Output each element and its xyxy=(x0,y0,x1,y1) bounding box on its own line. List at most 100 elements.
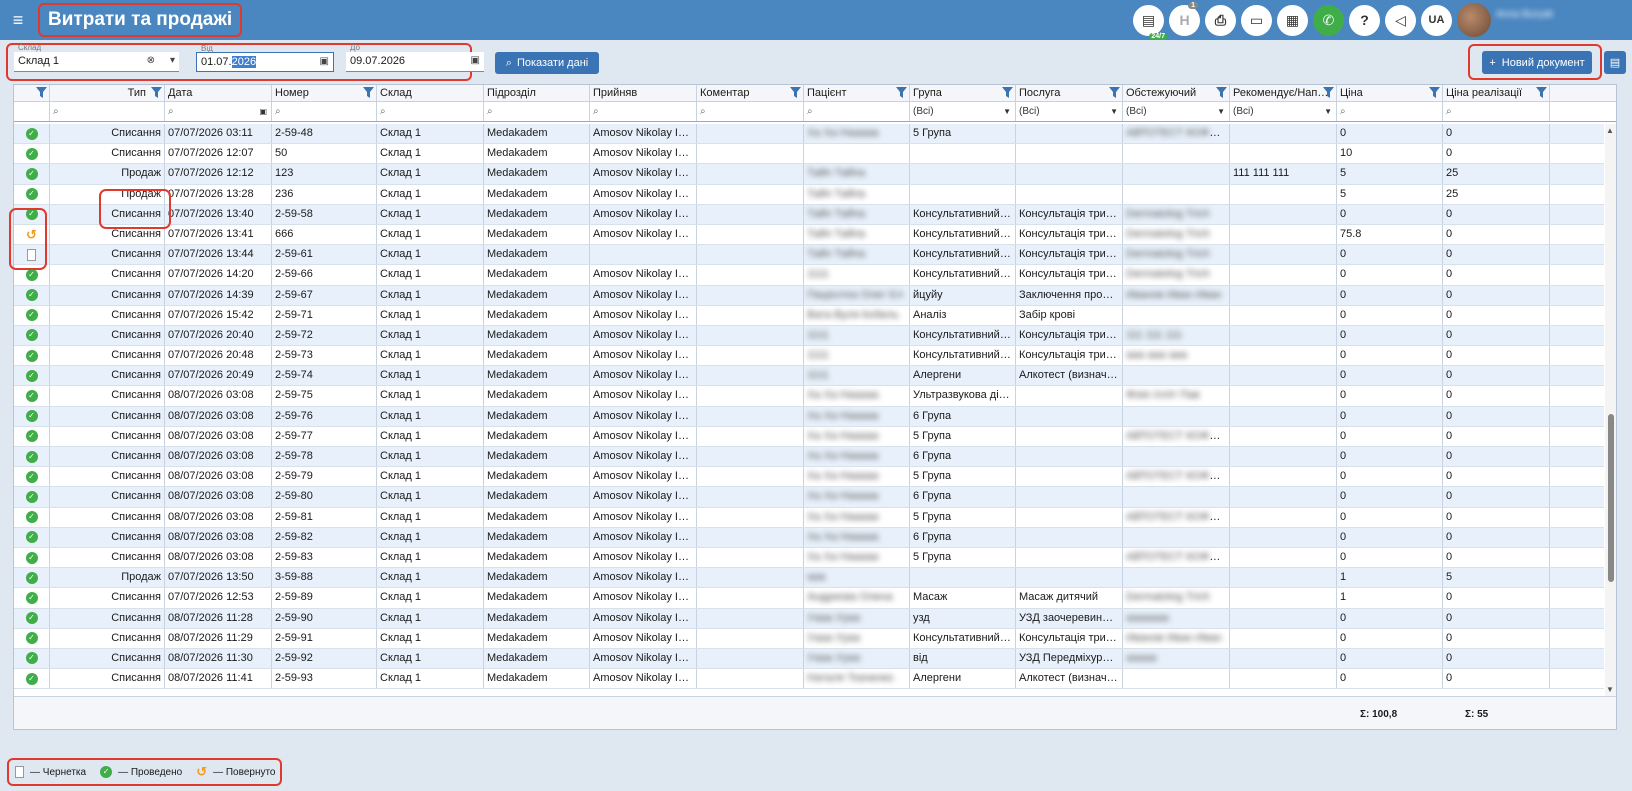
table-row[interactable]: ✓ Списання 08/07/2026 03:08 2-59-77 Склад 1 M… xyxy=(14,426,1604,447)
filter-funnel-icon[interactable] xyxy=(36,87,47,98)
table-row[interactable]: ✓ Списання 07/07/2026 20:49 2-59-74 Склад 1 M… xyxy=(14,366,1604,387)
filter-funnel-icon[interactable] xyxy=(790,87,801,98)
calendar-icon[interactable]: ▣ xyxy=(471,55,480,66)
clear-icon[interactable]: ⊗ xyxy=(147,55,155,66)
filter-funnel-icon[interactable] xyxy=(1429,87,1440,98)
column-header-comment[interactable]: Коментар xyxy=(697,85,804,101)
column-header-service[interactable]: Послуга xyxy=(1016,85,1123,101)
column-header-warehouse[interactable]: Склад xyxy=(377,85,484,101)
hamburger-icon[interactable]: ≡ xyxy=(0,0,36,40)
table-row[interactable]: ✓ Списання 07/07/2026 12:07 50 Склад 1 Medaka… xyxy=(14,144,1604,165)
table-row[interactable]: ✓ Списання 07/07/2026 20:40 2-59-72 Склад 1 M… xyxy=(14,325,1604,347)
table-row[interactable]: ✓ Списання 08/07/2026 03:08 2-59-83 Склад 1 M… xyxy=(14,547,1604,569)
avatar[interactable] xyxy=(1457,3,1491,37)
phone-icon[interactable]: ✆ xyxy=(1313,4,1344,36)
card-icon[interactable]: ▭ xyxy=(1241,4,1272,36)
table-row[interactable]: Списання 07/07/2026 13:44 2-59-61 Склад 1 Me… xyxy=(14,245,1604,266)
date-to-field[interactable]: До 09.07.2026 ▣ xyxy=(346,43,484,72)
column-header-patient[interactable]: Пацієнт xyxy=(804,85,910,101)
filter-funnel-icon[interactable] xyxy=(1216,87,1227,98)
column-header-price[interactable]: Ціна xyxy=(1337,85,1443,101)
language-button[interactable]: UA xyxy=(1421,4,1452,36)
show-data-button[interactable]: ⌕ Показати дані xyxy=(495,52,599,74)
filter-cell-patient[interactable]: ⌕ xyxy=(804,102,910,121)
scroll-up-icon[interactable]: ▲ xyxy=(1606,126,1614,135)
filter-funnel-icon[interactable] xyxy=(1002,87,1013,98)
filter-cell-sale-price[interactable]: ⌕ xyxy=(1443,102,1550,121)
table-row[interactable]: ✓ Списання 07/07/2026 13:40 2-59-58 Склад 1 M… xyxy=(14,204,1604,225)
table-row[interactable]: ✓ Списання 07/07/2026 03:11 2-59-48 Склад 1 M… xyxy=(14,124,1604,145)
table-row[interactable]: ✓ Списання 07/07/2026 12:53 2-59-89 Склад 1 M… xyxy=(14,588,1604,609)
table-row[interactable]: ✓ Списання 08/07/2026 03:08 2-59-81 Склад 1 M… xyxy=(14,507,1604,528)
filter-cell-recommends[interactable]: (Всі) ▼ xyxy=(1230,102,1337,121)
chevron-down-icon[interactable]: ▼ xyxy=(1217,102,1225,121)
scroll-thumb[interactable] xyxy=(1608,414,1614,582)
save-icon[interactable]: ▤ xyxy=(1604,51,1626,74)
vertical-scrollbar[interactable]: ▲ ▼ xyxy=(1605,124,1616,696)
column-header-department[interactable]: Підрозділ xyxy=(484,85,590,101)
filter-funnel-icon[interactable] xyxy=(896,87,907,98)
table-row[interactable]: ✓ Списання 08/07/2026 11:28 2-59-90 Склад 1 M… xyxy=(14,608,1604,629)
table-row[interactable]: ✓ Продаж 07/07/2026 13:28 236 Склад 1 Medakad… xyxy=(14,184,1604,205)
column-header-status[interactable] xyxy=(14,85,50,101)
column-header-number[interactable]: Номер xyxy=(272,85,377,101)
column-header-date[interactable]: Дата xyxy=(165,85,272,101)
filter-funnel-icon[interactable] xyxy=(1109,87,1120,98)
calendar-icon[interactable]: ▣ xyxy=(259,102,267,121)
filter-cell-service[interactable]: (Всі) ▼ xyxy=(1016,102,1123,121)
table-row[interactable]: ✓ Списання 08/07/2026 03:08 2-59-79 Склад 1 M… xyxy=(14,467,1604,488)
table-row[interactable]: ✓ Списання 08/07/2026 11:30 2-59-92 Склад 1 M… xyxy=(14,648,1604,670)
column-header-accepted-by[interactable]: Прийняв xyxy=(590,85,697,101)
h-icon[interactable]: H1 xyxy=(1169,1,1200,36)
column-header-examiner[interactable]: Обстежуючий xyxy=(1123,85,1230,101)
chevron-down-icon[interactable]: ▼ xyxy=(1324,102,1332,121)
filter-funnel-icon[interactable] xyxy=(1323,87,1334,98)
table-row[interactable]: ✓ Продаж 07/07/2026 12:12 123 Склад 1 Medakad… xyxy=(14,164,1604,185)
user-name[interactable]: Anna Buryak xyxy=(1496,10,1626,30)
filter-funnel-icon[interactable] xyxy=(151,87,162,98)
table-row[interactable]: ✓ Списання 08/07/2026 03:08 2-59-82 Склад 1 M… xyxy=(14,527,1604,548)
filter-cell-date[interactable]: ⌕ ▣ xyxy=(165,102,272,121)
date-from-field[interactable]: Від 01.07.2026 ▣ xyxy=(196,44,334,72)
filter-funnel-icon[interactable] xyxy=(363,87,374,98)
filter-cell-price[interactable]: ⌕ xyxy=(1337,102,1443,121)
help-icon[interactable]: ? xyxy=(1349,4,1380,36)
filter-funnel-icon[interactable] xyxy=(1536,87,1547,98)
scroll-down-icon[interactable]: ▼ xyxy=(1606,685,1614,694)
filter-cell-department[interactable]: ⌕ xyxy=(484,102,590,121)
cell-sale-price: 0 xyxy=(1443,366,1550,386)
table-row[interactable]: ✓ Списання 07/07/2026 15:42 2-59-71 Склад 1 M… xyxy=(14,305,1604,326)
pdf-icon[interactable]: ⎙ xyxy=(1205,4,1236,36)
chat-icon[interactable]: ▤ 24/7 xyxy=(1133,4,1167,40)
column-header-recommends[interactable]: Рекомендує/Нап… xyxy=(1230,85,1337,101)
filter-cell-type[interactable]: ⌕ xyxy=(50,102,165,121)
warehouse-select[interactable]: Склад Склад 1 ⊗ ▾ xyxy=(14,43,179,72)
column-header-group[interactable]: Група xyxy=(910,85,1016,101)
table-row[interactable]: ✓ Списання 08/07/2026 03:08 2-59-75 Склад 1 M… xyxy=(14,386,1604,407)
column-header-type[interactable]: Тип xyxy=(50,85,165,101)
filter-cell-accepted-by[interactable]: ⌕ xyxy=(590,102,697,121)
table-row[interactable]: ✓ Списання 08/07/2026 03:08 2-59-80 Склад 1 M… xyxy=(14,487,1604,508)
chevron-down-icon[interactable]: ▾ xyxy=(170,55,175,66)
megaphone-icon[interactable]: ◁ xyxy=(1385,4,1416,36)
table-row[interactable]: ✓ Продаж 07/07/2026 13:50 3-59-88 Склад 1 Med… xyxy=(14,568,1604,589)
calendar-icon[interactable]: ▣ xyxy=(320,56,329,67)
table-row[interactable]: ✓ Списання 08/07/2026 03:08 2-59-78 Склад 1 M… xyxy=(14,447,1604,468)
calculator-icon[interactable]: ▦ xyxy=(1277,4,1308,36)
table-row[interactable]: ✓ Списання 07/07/2026 20:48 2-59-73 Склад 1 M… xyxy=(14,346,1604,367)
chevron-down-icon[interactable]: ▼ xyxy=(1003,102,1011,121)
table-row[interactable]: ✓ Списання 07/07/2026 14:39 2-59-67 Склад 1 M… xyxy=(14,285,1604,306)
table-row[interactable]: ✓ Списання 07/07/2026 14:20 2-59-66 Склад 1 M… xyxy=(14,265,1604,286)
filter-cell-comment[interactable]: ⌕ xyxy=(697,102,804,121)
chevron-down-icon[interactable]: ▼ xyxy=(1110,102,1118,121)
filter-cell-group[interactable]: (Всі) ▼ xyxy=(910,102,1016,121)
table-row[interactable]: ✓ Списання 08/07/2026 11:41 2-59-93 Склад 1 M… xyxy=(14,669,1604,690)
column-header-sale-price[interactable]: Ціна реалізації xyxy=(1443,85,1550,101)
filter-cell-number[interactable]: ⌕ xyxy=(272,102,377,121)
new-document-button[interactable]: + Новий документ xyxy=(1482,51,1592,74)
table-row[interactable]: ✓ Списання 08/07/2026 03:08 2-59-76 Склад 1 M… xyxy=(14,406,1604,427)
table-row[interactable]: ↺ Списання 07/07/2026 13:41 666 Склад 1 Medak… xyxy=(14,224,1604,246)
table-row[interactable]: ✓ Списання 08/07/2026 11:29 2-59-91 Склад 1 M… xyxy=(14,628,1604,649)
filter-cell-warehouse[interactable]: ⌕ xyxy=(377,102,484,121)
filter-cell-examiner[interactable]: (Всі) ▼ xyxy=(1123,102,1230,121)
